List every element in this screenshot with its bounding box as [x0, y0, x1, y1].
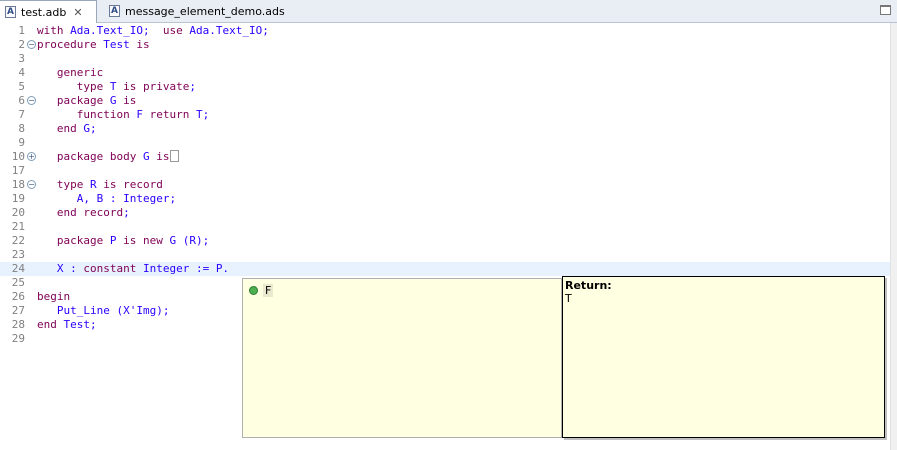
- completion-item-label: F: [263, 283, 274, 297]
- ada-file-icon: A: [5, 6, 16, 18]
- code-line-current: 24 X : constant Integer := P.: [0, 262, 891, 276]
- code-line: 8 end G;: [18, 122, 97, 135]
- vertical-scrollbar[interactable]: [890, 23, 897, 450]
- tab-test-adb[interactable]: A test.adb ✕: [0, 0, 97, 23]
- code-line: 3: [18, 52, 25, 65]
- code-line: 9: [18, 136, 25, 149]
- code-line: 2− procedure Test is: [18, 38, 150, 51]
- function-green-dot-icon: [249, 285, 258, 295]
- code-line: 4 generic: [18, 66, 104, 79]
- code-line: 19 A, B : Integer;: [11, 192, 177, 205]
- doc-body: T: [565, 292, 572, 305]
- doc-title: Return:: [565, 279, 612, 292]
- fold-collapse-icon[interactable]: −: [27, 96, 36, 105]
- maximize-icon[interactable]: [880, 5, 891, 15]
- code-line: 5 type T is private;: [18, 80, 196, 93]
- editor-tab-bar: A test.adb ✕ A message_element_demo.ads: [0, 0, 897, 23]
- completion-item[interactable]: F: [249, 283, 274, 297]
- code-line: 17: [11, 164, 25, 177]
- fold-collapse-icon[interactable]: −: [27, 40, 36, 49]
- fold-expand-icon[interactable]: +: [27, 152, 36, 161]
- completion-list[interactable]: F: [242, 278, 562, 438]
- completion-doc-popup: Return: T: [562, 276, 885, 438]
- close-icon[interactable]: ✕: [73, 6, 82, 19]
- code-line: 23: [11, 248, 25, 261]
- code-line: 22 package P is new G (R);: [11, 234, 210, 247]
- code-line: 1 with Ada.Text_IO; use Ada.Text_IO;: [18, 24, 269, 37]
- fold-collapse-icon[interactable]: −: [27, 180, 36, 189]
- tab-label: test.adb: [21, 5, 67, 19]
- code-line: 20 end record;: [11, 206, 130, 219]
- code-line: 21: [11, 220, 25, 233]
- code-line: 18− type R is record: [11, 178, 163, 191]
- code-line: 10 + package body G is: [0, 150, 891, 164]
- tab-label: message_element_demo.ads: [125, 4, 285, 18]
- folded-region-marker[interactable]: [170, 150, 180, 162]
- code-line: 6− package G is: [18, 94, 137, 107]
- ada-file-icon: A: [109, 5, 120, 17]
- tab-message-element-demo-ads[interactable]: A message_element_demo.ads: [104, 0, 294, 22]
- code-line: 7 function F return T;: [18, 108, 210, 121]
